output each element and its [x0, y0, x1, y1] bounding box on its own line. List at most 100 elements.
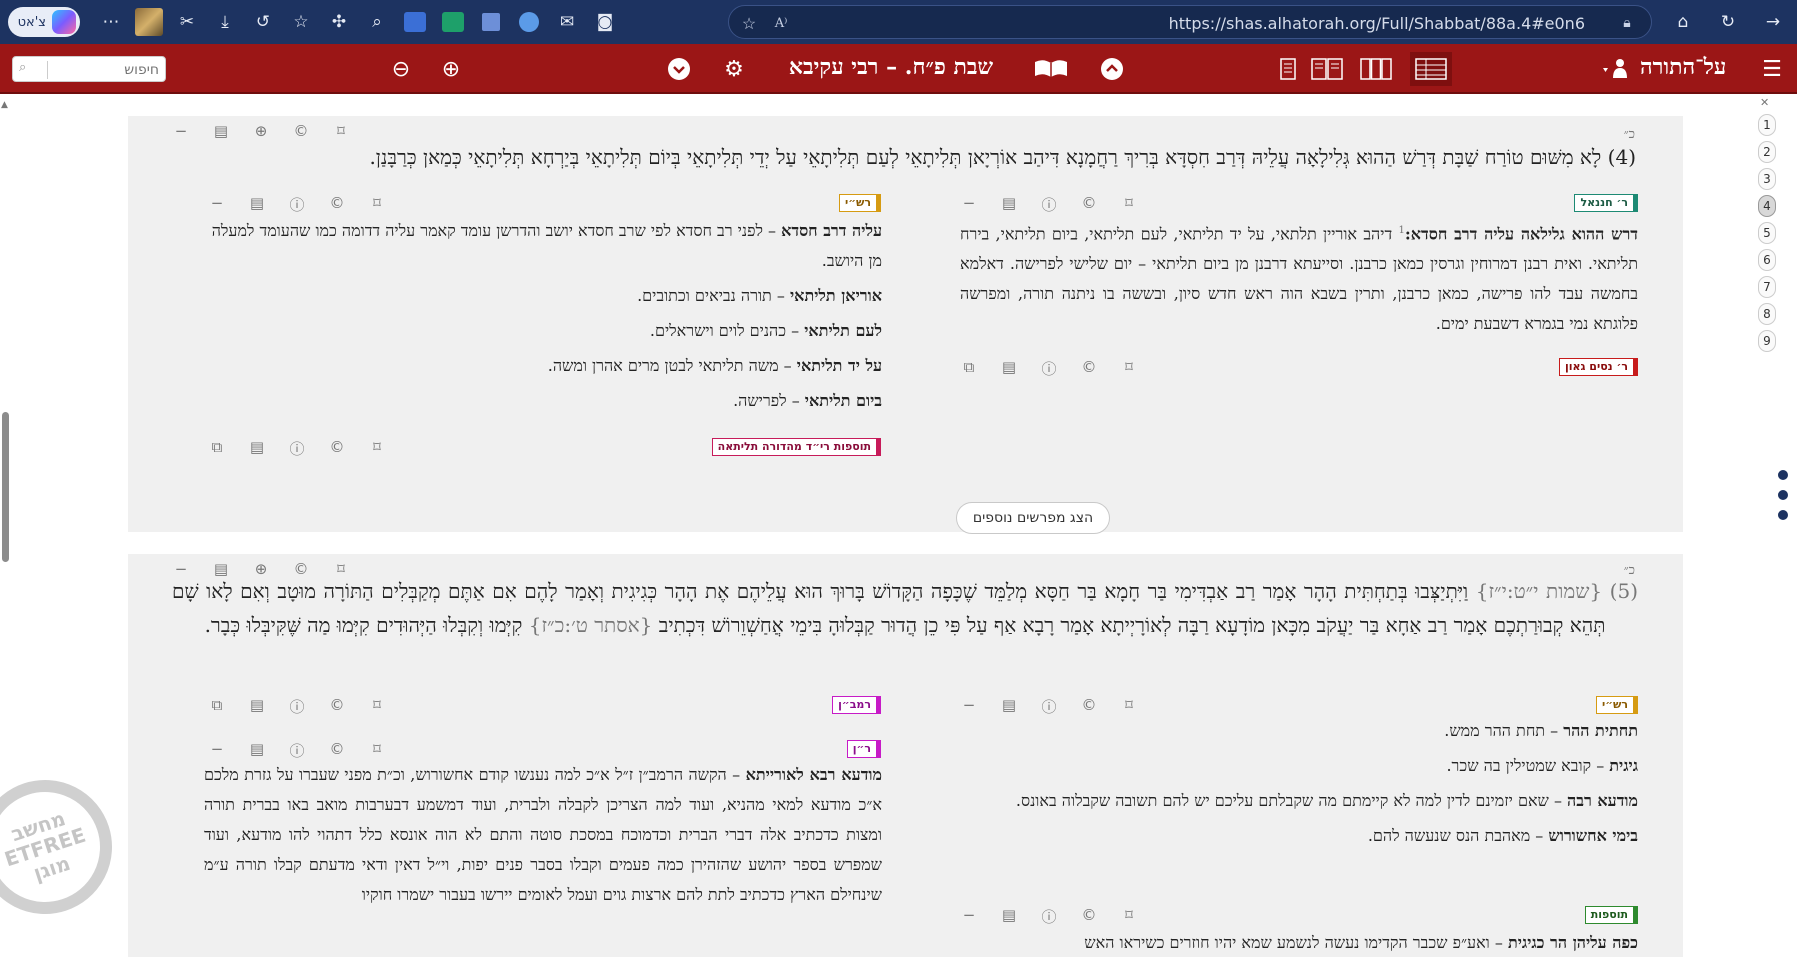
- document-icon[interactable]: ▤: [998, 358, 1020, 379]
- info-icon[interactable]: ⓘ: [1038, 358, 1060, 379]
- upload-icon[interactable]: [510, 4, 548, 40]
- page-number-7[interactable]: 7: [1758, 276, 1776, 298]
- show-more-commentaries-button[interactable]: הצג מפרשים נוספים: [956, 502, 1110, 534]
- star-icon[interactable]: ☆: [737, 11, 761, 35]
- info-icon[interactable]: ⓘ: [286, 438, 308, 459]
- ran-tag[interactable]: ר״ן: [846, 740, 881, 758]
- dropdown-chevron-icon[interactable]: [663, 53, 695, 85]
- translate-icon[interactable]: [396, 4, 434, 40]
- page-number-4[interactable]: 4: [1758, 195, 1776, 217]
- bookmark-icon[interactable]: ⌑: [366, 696, 388, 717]
- layout-2-col-icon[interactable]: [1310, 52, 1344, 86]
- refresh-icon[interactable]: ↻: [1709, 4, 1747, 40]
- save-icon[interactable]: [472, 4, 510, 40]
- user-menu-icon[interactable]: [1596, 53, 1636, 85]
- copilot-chat-button[interactable]: צ'אט: [8, 7, 80, 37]
- bookmark-icon[interactable]: ⌑: [366, 438, 388, 459]
- layout-3-col-icon[interactable]: [1359, 52, 1393, 86]
- scissor-icon[interactable]: ✂: [168, 4, 206, 40]
- document-icon[interactable]: ▤: [998, 906, 1020, 927]
- bookmark-icon[interactable]: ⌑: [366, 194, 388, 215]
- document-icon[interactable]: ▤: [998, 194, 1020, 215]
- expand-icon[interactable]: ⧉: [206, 696, 228, 717]
- tosafot-tag[interactable]: תוספות: [1584, 906, 1638, 924]
- scrollbar-thumb[interactable]: [2, 412, 9, 562]
- page-number-6[interactable]: 6: [1758, 249, 1776, 271]
- bookmark-icon[interactable]: ⌑: [366, 740, 388, 761]
- favorites-icon[interactable]: ☆: [282, 4, 320, 40]
- more-icon[interactable]: ⋯: [92, 4, 130, 40]
- copyright-icon[interactable]: ©: [326, 194, 348, 215]
- home-icon[interactable]: ⌂: [1664, 4, 1702, 40]
- copyright-icon[interactable]: ©: [1078, 696, 1100, 717]
- page-number-2[interactable]: 2: [1758, 141, 1776, 163]
- url-text[interactable]: https://shas.alhatorah.org/Full/Shabbat/…: [1169, 14, 1585, 33]
- bookmark-icon[interactable]: ⌑: [1118, 194, 1140, 215]
- info-icon[interactable]: ⓘ: [286, 194, 308, 215]
- bookmark-icon[interactable]: ⌑: [330, 122, 352, 140]
- hamburger-menu-icon[interactable]: ☰: [1756, 53, 1788, 85]
- nissim-tag[interactable]: ר׳ נסים גאון: [1559, 358, 1638, 376]
- puzzle-icon[interactable]: ✣: [320, 4, 358, 40]
- document-icon[interactable]: ▤: [246, 438, 268, 459]
- camera-icon[interactable]: ◙: [586, 4, 624, 40]
- address-bar[interactable]: ☆ A⁾ https://shas.alhatorah.org/Full/Sha…: [728, 5, 1652, 39]
- collapse-icon[interactable]: −: [170, 122, 192, 140]
- page-number-5[interactable]: 5: [1758, 222, 1776, 244]
- tosafot-rid-tag[interactable]: תוספות רי״ד מהדורה תליתאה: [711, 438, 881, 456]
- dot-icon[interactable]: [1778, 490, 1788, 500]
- close-icon[interactable]: ✕: [1760, 96, 1769, 109]
- mail-icon[interactable]: ✉: [548, 4, 586, 40]
- lock-icon[interactable]: 🔒︎: [1615, 11, 1639, 35]
- site-logo[interactable]: על־התורה: [1640, 54, 1726, 80]
- document-icon[interactable]: ▤: [246, 696, 268, 717]
- copyright-icon[interactable]: ©: [326, 740, 348, 761]
- verse-reference-link[interactable]: {שמות י״ט:י״ז}: [1476, 579, 1602, 603]
- verse-reference-link[interactable]: {אסתר ט׳:כ״ז}: [529, 613, 653, 637]
- rashi-tag[interactable]: רש״י: [838, 194, 881, 212]
- document-icon[interactable]: ▤: [210, 122, 232, 140]
- page-number-3[interactable]: 3: [1758, 168, 1776, 190]
- expand-icon[interactable]: ⧉: [206, 438, 228, 459]
- collapse-icon[interactable]: −: [958, 194, 980, 215]
- history-icon[interactable]: ↺: [244, 4, 282, 40]
- previous-chevron-icon[interactable]: [1096, 53, 1128, 85]
- search-box[interactable]: ⌕: [12, 56, 166, 82]
- screen-icon[interactable]: [434, 4, 472, 40]
- search-input[interactable]: [39, 60, 159, 80]
- page-number-9[interactable]: 9: [1758, 330, 1776, 352]
- zoom-out-icon[interactable]: ⊖: [385, 53, 417, 85]
- layout-1-col-icon[interactable]: [1271, 52, 1305, 86]
- rhananel-tag[interactable]: ר׳ חננאל: [1574, 194, 1638, 212]
- info-icon[interactable]: ⓘ: [1038, 194, 1060, 215]
- layout-table-icon[interactable]: [1410, 52, 1452, 86]
- gear-icon[interactable]: ⚙: [718, 53, 750, 85]
- collapse-icon[interactable]: −: [206, 194, 228, 215]
- document-icon[interactable]: ▤: [998, 696, 1020, 717]
- bookmark-icon[interactable]: ⌑: [1118, 906, 1140, 927]
- info-icon[interactable]: ⓘ: [1038, 906, 1060, 927]
- copyright-icon[interactable]: ©: [1078, 194, 1100, 215]
- bookmark-icon[interactable]: ⌑: [1118, 696, 1140, 717]
- document-icon[interactable]: ▤: [246, 194, 268, 215]
- collapse-icon[interactable]: −: [958, 696, 980, 717]
- dot-icon[interactable]: [1778, 470, 1788, 480]
- copyright-icon[interactable]: ©: [1078, 906, 1100, 927]
- globe-icon[interactable]: ⊕: [250, 122, 272, 140]
- read-aloud-icon[interactable]: A⁾: [769, 11, 793, 35]
- copyright-icon[interactable]: ©: [326, 696, 348, 717]
- collapse-icon[interactable]: −: [958, 906, 980, 927]
- copyright-icon[interactable]: ©: [326, 438, 348, 459]
- collapse-icon[interactable]: −: [206, 740, 228, 761]
- ramban-tag[interactable]: רמב״ן: [832, 696, 881, 714]
- rashi-tag[interactable]: רש״י: [1595, 696, 1638, 714]
- bookmark-icon[interactable]: ⌑: [1118, 358, 1140, 379]
- copyright-icon[interactable]: ©: [1078, 358, 1100, 379]
- page-number-1[interactable]: 1: [1758, 114, 1776, 136]
- download-icon[interactable]: ⤓: [206, 4, 244, 40]
- info-icon[interactable]: ⓘ: [1038, 696, 1060, 717]
- scroll-up-icon[interactable]: ▲: [1, 100, 8, 110]
- location-title[interactable]: שבת פ״ח. – רבי עקיבא: [776, 54, 1006, 80]
- zoom-icon[interactable]: ⌕: [358, 4, 396, 40]
- book-icon[interactable]: [1030, 53, 1072, 85]
